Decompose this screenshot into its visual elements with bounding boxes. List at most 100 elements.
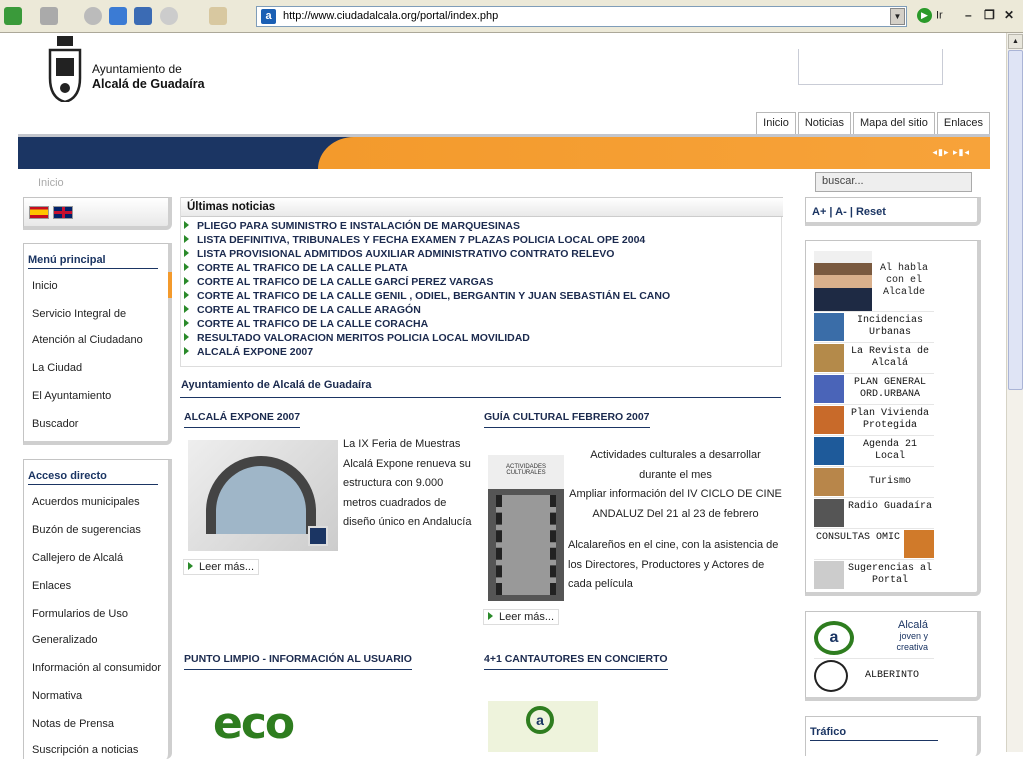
menu-item-buscador[interactable]: Buscador	[32, 418, 78, 430]
access-item-consumidor[interactable]: Información al consumidor	[32, 662, 161, 674]
article-title-cantautores[interactable]: 4+1 CANTAUTORES EN CONCIERTO	[484, 653, 668, 670]
access-item-formularios[interactable]: Formularios de Uso	[32, 608, 128, 620]
menu-item-atencion-ciudadano[interactable]: Atención al Ciudadano	[32, 334, 143, 346]
bullet-arrow-icon	[184, 347, 189, 355]
quick-links-panel: Al habla con el Alcalde Incidencias Urba…	[805, 240, 981, 596]
news-item[interactable]: PLIEGO PARA SUMINISTRO E INSTALACIÓN DE …	[184, 220, 520, 232]
link-sugerencias[interactable]: Sugerencias al Portal	[814, 559, 934, 589]
scroll-up-icon[interactable]: ▲	[1008, 34, 1023, 49]
link-alcala-joven[interactable]: a Alcalá joven y creativa	[814, 620, 934, 656]
access-item-acuerdos[interactable]: Acuerdos municipales	[32, 496, 140, 508]
access-item-generalizado[interactable]: Generalizado	[32, 634, 97, 646]
bullet-arrow-icon	[184, 319, 189, 327]
access-item-suscripcion[interactable]: Suscripción a noticias	[32, 744, 138, 756]
coat-of-arms-logo[interactable]	[48, 36, 82, 102]
read-more-guia-cultural[interactable]: Leer más...	[483, 609, 560, 625]
film-strip-image	[496, 495, 556, 595]
article-line: estructura con 9.000	[343, 477, 444, 490]
english-flag-icon[interactable]	[53, 206, 73, 219]
access-item-buzon[interactable]: Buzón de sugerencias	[32, 524, 141, 536]
cultural-guide-poster[interactable]: ACTIVIDADES CULTURALES	[488, 455, 564, 601]
news-item[interactable]: ALCALÁ EXPONE 2007	[184, 346, 313, 358]
news-item[interactable]: CORTE AL TRAFICO DE LA CALLE GENIL , ODI…	[184, 290, 670, 302]
link-plan-general[interactable]: PLAN GENERAL ORD.URBANA	[814, 373, 934, 403]
go-button[interactable]: ▶ Ir	[917, 8, 943, 23]
news-item[interactable]: CORTE AL TRAFICO DE LA CALLE ARAGÓN	[184, 304, 421, 316]
cantautores-poster[interactable]: a	[488, 701, 598, 752]
news-item-label: LISTA DEFINITIVA, TRIBUNALES Y FECHA EXA…	[197, 234, 646, 246]
article-title-guia-cultural[interactable]: GUÍA CULTURAL FEBRERO 2007	[484, 411, 650, 428]
traffic-title: Tráfico	[810, 726, 938, 741]
bullet-arrow-icon	[184, 221, 189, 229]
news-item[interactable]: RESULTADO VALORACION MERITOS POLICIA LOC…	[184, 332, 530, 344]
news-item-label: CORTE AL TRAFICO DE LA CALLE ARAGÓN	[197, 304, 421, 316]
scroll-thumb[interactable]	[1008, 50, 1023, 390]
link-alberinto[interactable]: ALBERINTO	[814, 658, 934, 692]
link-label: Plan Vivienda Protegida	[850, 408, 929, 431]
mayor-link[interactable]: Al habla con el Alcalde	[814, 251, 934, 311]
top-navigation: Inicio Noticias Mapa del sitio Enlaces	[756, 112, 990, 134]
address-url[interactable]: http://www.ciudadalcala.org/portal/index…	[283, 10, 498, 22]
eco-logo-image[interactable]: eco	[213, 698, 323, 752]
home-icon[interactable]	[209, 7, 227, 25]
search-input[interactable]: buscar...	[815, 172, 972, 192]
news-item-label: RESULTADO VALORACION MERITOS POLICIA LOC…	[197, 332, 530, 344]
read-more-label: Leer más...	[199, 561, 255, 573]
link-label: Radio Guadaíra	[847, 501, 932, 512]
news-item[interactable]: CORTE AL TRAFICO DE LA CALLE PLATA	[184, 262, 408, 274]
news-item[interactable]: LISTA DEFINITIVA, TRIBUNALES Y FECHA EXA…	[184, 234, 645, 246]
menu-item-el-ayuntamiento[interactable]: El Ayuntamiento	[32, 390, 111, 402]
article-title-punto-limpio[interactable]: PUNTO LIMPIO - INFORMACIÓN AL USUARIO	[184, 653, 412, 670]
width-toggle-icons[interactable]: ◂▮▸ ▸▮◂	[933, 147, 970, 158]
alberinto-icon	[814, 660, 848, 692]
close-icon[interactable]: ✕	[1004, 8, 1014, 22]
menu-item-servicio-integral[interactable]: Servicio Integral de	[32, 308, 126, 320]
site-header: Ayuntamiento de Alcalá de Guadaíra Inici…	[18, 33, 990, 137]
address-dropdown-icon[interactable]: ▼	[890, 8, 905, 25]
font-controls-label[interactable]: A+ | A- | Reset	[812, 206, 886, 218]
nav-enlaces[interactable]: Enlaces	[936, 112, 990, 134]
link-plan-vivienda[interactable]: Plan Vivienda Protegida	[814, 404, 934, 434]
access-item-enlaces[interactable]: Enlaces	[32, 580, 71, 592]
news-item-label: CORTE AL TRAFICO DE LA CALLE GENIL , ODI…	[197, 290, 671, 302]
access-item-notas-prensa[interactable]: Notas de Prensa	[32, 718, 114, 730]
nav-inicio[interactable]: Inicio	[756, 112, 796, 134]
back-icon[interactable]	[4, 7, 22, 25]
minimize-icon[interactable]: –	[965, 8, 972, 22]
nav-mapa-del-sitio[interactable]: Mapa del sitio	[852, 112, 935, 134]
access-item-callejero[interactable]: Callejero de Alcalá	[32, 552, 123, 564]
refresh-icon[interactable]	[109, 7, 127, 25]
access-item-normativa[interactable]: Normativa	[32, 690, 82, 702]
link-incidencias[interactable]: Incidencias Urbanas	[814, 311, 934, 341]
bullet-arrow-icon	[184, 291, 189, 299]
spanish-flag-icon[interactable]	[29, 206, 49, 219]
article-line: metros cuadrados de	[343, 496, 447, 509]
nav-noticias[interactable]: Noticias	[797, 112, 851, 134]
link-turismo[interactable]: Turismo	[814, 466, 934, 496]
menu-item-inicio[interactable]: Inicio	[32, 280, 58, 292]
article-text-guia-cultural: Actividades culturales a desarrollar dur…	[568, 446, 783, 524]
news-item[interactable]: CORTE AL TRAFICO DE LA CALLE GARCÍ PEREZ…	[184, 276, 493, 288]
link-omic[interactable]: CONSULTAS OMIC	[814, 528, 934, 558]
menu-item-la-ciudad[interactable]: La Ciudad	[32, 362, 82, 374]
site-logo-text[interactable]: Ayuntamiento de Alcalá de Guadaíra	[92, 62, 205, 92]
joven-line: Alcalá	[898, 619, 928, 631]
news-item[interactable]: LISTA PROVISIONAL ADMITIDOS AUXILIAR ADM…	[184, 248, 614, 260]
article-text-expone: La IX Feria de Muestras Alcalá Expone re…	[343, 435, 483, 533]
link-revista[interactable]: La Revista de Alcalá	[814, 342, 934, 372]
article-title-expone[interactable]: ALCALÁ EXPONE 2007	[184, 411, 301, 428]
forward-icon[interactable]	[40, 7, 58, 25]
link-radio[interactable]: Radio Guadaíra	[814, 497, 934, 527]
address-bar[interactable]: a http://www.ciudadalcala.org/portal/ind…	[256, 6, 907, 27]
link-agenda21[interactable]: Agenda 21 Local	[814, 435, 934, 465]
history-icon[interactable]	[160, 7, 178, 25]
news-item[interactable]: CORTE AL TRAFICO DE LA CALLE CORACHA	[184, 318, 428, 330]
castle-decoration	[798, 49, 943, 85]
stop-icon[interactable]	[84, 7, 102, 25]
joven-line: joven y	[899, 631, 928, 641]
restore-icon[interactable]: ❐	[984, 8, 995, 22]
vertical-scrollbar[interactable]: ▲	[1006, 33, 1023, 752]
expone-building-image[interactable]	[188, 440, 338, 551]
favorites-icon[interactable]	[134, 7, 152, 25]
read-more-expone[interactable]: Leer más...	[183, 559, 260, 575]
